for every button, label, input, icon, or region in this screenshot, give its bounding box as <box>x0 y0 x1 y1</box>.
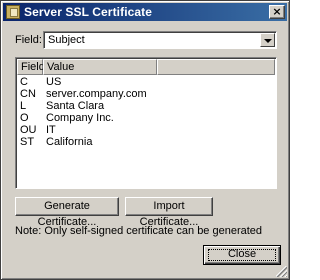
import-certificate-button[interactable]: Import Certificate... <box>125 197 213 228</box>
field-label: Field: <box>15 34 42 46</box>
list-item[interactable]: O Company Inc. <box>17 112 275 124</box>
certificate-fields-list[interactable]: Field Value C US CN server.company.com L… <box>15 57 277 189</box>
row-value: California <box>46 136 93 148</box>
list-item[interactable]: OU IT <box>17 124 275 136</box>
row-field: C <box>20 76 28 88</box>
column-header-field[interactable]: Field <box>17 59 45 75</box>
row-value: Company Inc. <box>46 112 114 124</box>
list-rows: C US CN server.company.com L Santa Clara… <box>17 76 275 148</box>
row-field: L <box>20 100 27 112</box>
row-field: O <box>20 112 29 124</box>
title-bar[interactable]: Server SSL Certificate × <box>3 3 287 21</box>
row-field: ST <box>20 136 35 148</box>
list-header: Field Value <box>17 59 275 75</box>
certificate-icon <box>6 5 20 19</box>
row-value: server.company.com <box>46 88 147 100</box>
list-item[interactable]: C US <box>17 76 275 88</box>
list-item[interactable]: L Santa Clara <box>17 100 275 112</box>
row-field: OU <box>20 124 37 136</box>
note-text: Note: Only self-signed certificate can b… <box>15 225 263 237</box>
window-title: Server SSL Certificate <box>24 5 153 19</box>
field-dropdown[interactable]: Subject <box>43 31 277 49</box>
close-button[interactable]: Close <box>203 245 281 265</box>
column-header-value[interactable]: Value <box>43 59 157 75</box>
close-icon[interactable]: × <box>269 5 285 19</box>
focus-rectangle <box>208 249 276 261</box>
column-header-filler <box>157 59 275 75</box>
dialog-window: Server SSL Certificate × Field: Subject … <box>0 0 290 280</box>
list-item[interactable]: CN server.company.com <box>17 88 275 100</box>
row-value: US <box>46 76 62 88</box>
row-value: Santa Clara <box>46 100 105 112</box>
chevron-down-icon[interactable] <box>260 33 275 47</box>
field-dropdown-value: Subject <box>48 34 85 46</box>
resize-grip-icon[interactable] <box>276 266 287 277</box>
row-value: IT <box>46 124 56 136</box>
row-field: CN <box>20 88 36 100</box>
list-item[interactable]: ST California <box>17 136 275 148</box>
generate-certificate-button[interactable]: Generate Certificate... <box>15 197 119 228</box>
